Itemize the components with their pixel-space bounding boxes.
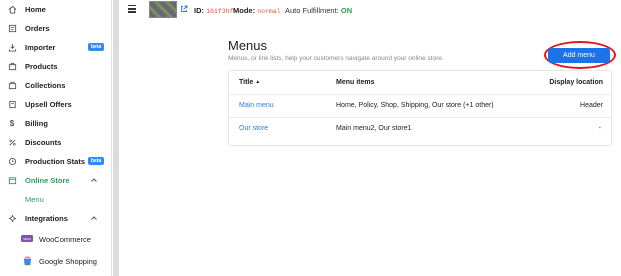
woocommerce-icon: woo xyxy=(21,234,33,244)
mode-indicator: Mode: normal xyxy=(233,6,281,15)
sidebar-item-label: WooCommerce xyxy=(39,234,91,244)
home-icon xyxy=(7,4,17,14)
mode-label: Mode: xyxy=(233,6,256,15)
display-location-cell: Header xyxy=(580,102,603,109)
sidebar-item-label: Google Shopping xyxy=(39,256,97,266)
sidebar-subitem-menu[interactable]: Menu xyxy=(0,191,112,207)
auto-fulfillment-label: Auto Fulfillment: xyxy=(285,6,339,15)
page-title: Menus xyxy=(228,38,268,53)
google-shopping-icon xyxy=(21,255,33,266)
upsell-icon xyxy=(7,99,17,109)
sidebar-item-google-shopping[interactable]: Google Shopping xyxy=(0,253,112,269)
sidebar: Home Orders Importer beta Products Colle… xyxy=(0,0,112,276)
table-header-row: Title ▲ Menu items Display location xyxy=(229,71,611,95)
sort-ascending-icon: ▲ xyxy=(255,79,261,85)
top-bar: ID: 161f3hf Mode: normal Auto Fulfillmen… xyxy=(119,0,621,22)
page-description: Menus, or link lists, help your customer… xyxy=(228,55,444,62)
id-value: 161f3hf xyxy=(206,8,234,15)
chevron-up-icon[interactable] xyxy=(90,176,98,184)
sidebar-item-online-store[interactable]: Online Store xyxy=(0,172,112,188)
sidebar-item-production-stats[interactable]: Production Stats beta xyxy=(0,153,112,169)
external-link-icon[interactable] xyxy=(180,5,188,13)
sidebar-item-billing[interactable]: $ Billing xyxy=(0,115,112,131)
sidebar-item-label: Products xyxy=(25,61,58,71)
mode-value: normal xyxy=(257,8,281,15)
sidebar-item-woocommerce[interactable]: woo WooCommerce xyxy=(0,231,112,247)
sidebar-item-label: Billing xyxy=(25,118,48,128)
store-thumbnail[interactable] xyxy=(149,1,177,18)
table-row[interactable]: Our store Main menu2, Our store1 - xyxy=(229,118,611,145)
sidebar-item-label: Discounts xyxy=(25,137,62,147)
sidebar-item-discounts[interactable]: Discounts xyxy=(0,134,112,150)
orders-icon xyxy=(7,23,17,33)
integrations-icon xyxy=(7,213,17,223)
sidebar-item-importer[interactable]: Importer beta xyxy=(0,39,112,55)
sidebar-item-label: Importer xyxy=(25,42,56,52)
sidebar-item-label: Collections xyxy=(25,80,66,90)
chevron-up-icon[interactable] xyxy=(90,214,98,222)
table-row[interactable]: Main menu Home, Policy, Shop, Shipping, … xyxy=(229,95,611,118)
sidebar-item-label: Integrations xyxy=(25,213,68,223)
sidebar-item-products[interactable]: Products xyxy=(0,58,112,74)
sidebar-item-integrations[interactable]: Integrations xyxy=(0,210,112,226)
products-icon xyxy=(7,61,17,71)
column-header-menu-items: Menu items xyxy=(336,79,375,86)
beta-badge: beta xyxy=(88,43,105,51)
menus-table: Title ▲ Menu items Display location Main … xyxy=(228,70,612,146)
menu-items-cell: Main menu2, Our store1 xyxy=(336,125,412,132)
sidebar-item-orders[interactable]: Orders xyxy=(0,20,112,36)
display-location-cell: - xyxy=(598,125,601,132)
store-id: ID: 161f3hf xyxy=(194,6,233,15)
sidebar-item-label: Upsell Offers xyxy=(25,99,72,109)
sidebar-item-home[interactable]: Home xyxy=(0,1,112,17)
add-menu-button[interactable]: Add menu xyxy=(548,48,610,63)
auto-fulfillment: Auto Fulfillment: ON xyxy=(285,6,352,15)
sidebar-item-collections[interactable]: Collections xyxy=(0,77,112,93)
sidebar-item-upsell-offers[interactable]: Upsell Offers xyxy=(0,96,112,112)
sidebar-item-label: Production Stats xyxy=(25,156,86,166)
sidebar-item-label: Orders xyxy=(25,23,50,33)
beta-badge: beta xyxy=(88,157,105,165)
dollar-icon: $ xyxy=(9,118,15,128)
sidebar-item-label: Home xyxy=(25,4,46,14)
discount-icon xyxy=(7,137,17,147)
sidebar-item-label: Menu xyxy=(25,194,44,204)
hamburger-menu-icon[interactable] xyxy=(128,5,136,13)
sidebar-scrollbar[interactable] xyxy=(113,0,119,276)
auto-fulfillment-value[interactable]: ON xyxy=(341,6,352,15)
importer-icon xyxy=(7,42,17,52)
collections-icon xyxy=(7,80,17,90)
column-header-title[interactable]: Title ▲ xyxy=(239,79,260,86)
store-icon xyxy=(7,175,17,185)
sidebar-item-label: Online Store xyxy=(25,175,70,185)
menu-items-cell: Home, Policy, Shop, Shipping, Our store … xyxy=(336,102,494,109)
stats-icon xyxy=(7,156,17,166)
menu-title-link[interactable]: Main menu xyxy=(239,102,274,109)
menu-title-link[interactable]: Our store xyxy=(239,125,268,132)
column-header-display-location: Display location xyxy=(549,79,603,86)
svg-text:woo: woo xyxy=(23,236,31,241)
id-label: ID: xyxy=(194,6,204,15)
